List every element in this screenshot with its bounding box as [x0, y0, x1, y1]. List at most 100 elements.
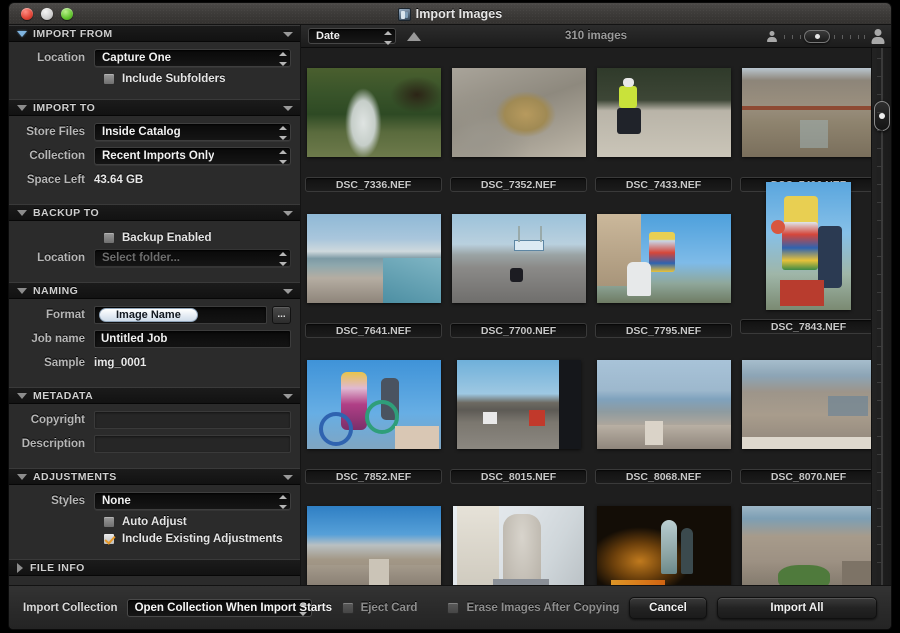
thumbnail-cell[interactable]: DSC_7496.NEF	[736, 54, 871, 200]
stepper-icon[interactable]	[278, 150, 287, 164]
thumbnail-image[interactable]	[741, 67, 871, 157]
disclosure-triangle-icon[interactable]	[17, 287, 27, 294]
thumbnail-cell[interactable]: DSC_7700.NEF	[446, 200, 591, 346]
thumbnail-image[interactable]	[306, 67, 441, 157]
collection-popup[interactable]: Recent Imports Only	[94, 147, 291, 165]
sort-direction-ascending-icon[interactable]	[407, 31, 421, 41]
format-token-image-name[interactable]: Image Name	[99, 308, 198, 322]
thumbnail-cell[interactable]: DSC_7433.NEF	[591, 54, 736, 200]
thumbnail-holder	[306, 202, 442, 314]
thumbnail-cell[interactable]	[736, 492, 871, 585]
thumbnail-image[interactable]	[306, 359, 441, 449]
import-all-button[interactable]: Import All	[717, 596, 877, 619]
section-header-metadata[interactable]: METADATA	[9, 387, 300, 404]
slider-thumb[interactable]	[804, 29, 830, 43]
thumbnail-cell[interactable]	[591, 492, 736, 585]
thumbnail-image[interactable]	[451, 213, 586, 303]
styles-popup[interactable]: None	[94, 492, 291, 510]
thumbnail-cell[interactable]: DSC_7795.NEF	[591, 200, 736, 346]
scrollbar-thumb[interactable]	[874, 101, 890, 131]
eject-card-row[interactable]: Eject Card	[341, 601, 417, 614]
chevron-down-icon[interactable]	[283, 394, 293, 399]
description-input[interactable]	[94, 435, 291, 453]
thumbnail-cell[interactable]: DSC_7852.NEF	[301, 346, 446, 492]
chevron-down-icon[interactable]	[283, 106, 293, 111]
thumbnail-cell[interactable]: DSC_8015.NEF	[446, 346, 591, 492]
thumbnail-size-slider[interactable]	[782, 29, 866, 43]
minimize-button[interactable]	[41, 8, 53, 20]
stepper-icon[interactable]	[278, 252, 287, 266]
sort-by-value: Date	[316, 30, 340, 42]
disclosure-triangle-icon[interactable]	[17, 30, 27, 37]
eject-card-checkbox[interactable]	[341, 601, 354, 614]
disclosure-triangle-icon[interactable]	[17, 209, 27, 216]
thumbnail-cell[interactable]: DSC_7641.NEF	[301, 200, 446, 346]
include-existing-adjustments-checkbox[interactable]	[103, 533, 115, 545]
backup-enabled-checkbox[interactable]	[103, 232, 115, 244]
erase-images-row[interactable]: Erase Images After Copying	[447, 601, 619, 614]
thumbnail-grid[interactable]: DSC_7336.NEF DSC_7352.NEF DSC_7433.NEF D…	[301, 48, 871, 585]
disclosure-triangle-icon[interactable]	[17, 392, 27, 399]
thumbnail-image[interactable]	[451, 67, 586, 157]
thumbnail-image[interactable]	[456, 359, 581, 449]
thumbnail-image[interactable]	[741, 359, 871, 449]
location-popup[interactable]: Capture One	[94, 49, 291, 67]
chevron-down-icon[interactable]	[283, 475, 293, 480]
scrollbar-tick	[877, 526, 883, 527]
thumbnail-image[interactable]	[596, 213, 731, 303]
person-large-icon[interactable]	[871, 28, 884, 44]
import-collection-popup[interactable]: Open Collection When Import Starts	[126, 598, 332, 617]
row-backup-enabled[interactable]: Backup Enabled	[103, 232, 291, 244]
thumbnail-cell[interactable]: DSC_8068.NEF	[591, 346, 736, 492]
zoom-button[interactable]	[61, 8, 73, 20]
sort-by-popup[interactable]: Date	[308, 28, 396, 45]
thumbnail-cell[interactable]: DSC_7352.NEF	[446, 54, 591, 200]
section-header-import-to[interactable]: IMPORT TO	[9, 99, 300, 116]
chevron-down-icon[interactable]	[283, 289, 293, 294]
copyright-input[interactable]	[94, 411, 291, 429]
cancel-button[interactable]: Cancel	[629, 596, 707, 619]
thumbnail-image[interactable]	[453, 505, 584, 585]
job-name-input[interactable]: Untitled Job	[94, 330, 291, 348]
close-button[interactable]	[21, 8, 33, 20]
row-include-subfolders[interactable]: Include Subfolders	[103, 73, 291, 85]
thumbnail-image[interactable]	[741, 505, 871, 585]
naming-format-field[interactable]: Image Name	[94, 306, 267, 324]
section-header-adjustments[interactable]: ADJUSTMENTS	[9, 468, 300, 485]
chevron-down-icon[interactable]	[283, 211, 293, 216]
thumbnail-cell[interactable]	[301, 492, 446, 585]
section-header-backup-to[interactable]: BACKUP TO	[9, 204, 300, 221]
chevron-down-icon[interactable]	[283, 32, 293, 37]
stepper-icon[interactable]	[299, 601, 308, 616]
naming-format-more-button[interactable]: ...	[272, 306, 291, 324]
person-small-icon[interactable]	[767, 30, 777, 42]
thumbnail-cell[interactable]: DSC_8070.NEF	[736, 346, 871, 492]
thumbnail-image[interactable]	[766, 182, 851, 310]
row-include-existing-adjustments[interactable]: Include Existing Adjustments	[103, 533, 291, 545]
stepper-icon[interactable]	[383, 31, 392, 45]
thumbnail-image[interactable]	[306, 213, 441, 303]
include-subfolders-checkbox[interactable]	[103, 73, 115, 85]
row-auto-adjust[interactable]: Auto Adjust	[103, 516, 291, 528]
auto-adjust-checkbox[interactable]	[103, 516, 115, 528]
section-header-file-info[interactable]: FILE INFO	[9, 559, 300, 576]
stepper-icon[interactable]	[278, 126, 287, 140]
erase-images-checkbox[interactable]	[447, 601, 460, 614]
thumbnail-cell[interactable]: DSC_7336.NEF	[301, 54, 446, 200]
grid-vertical-scrollbar[interactable]	[871, 48, 891, 585]
thumbnail-image[interactable]	[306, 505, 441, 585]
thumbnail-image[interactable]	[596, 67, 731, 157]
backup-location-popup[interactable]: Select folder...	[94, 249, 291, 267]
thumbnail-image[interactable]	[596, 505, 731, 585]
stepper-icon[interactable]	[278, 495, 287, 509]
thumbnail-cell[interactable]: DSC_7843.NEF	[736, 182, 871, 346]
section-header-import-from[interactable]: IMPORT FROM	[9, 25, 300, 42]
section-header-naming[interactable]: NAMING	[9, 282, 300, 299]
thumbnail-image[interactable]	[596, 359, 731, 449]
store-files-popup[interactable]: Inside Catalog	[94, 123, 291, 141]
thumbnail-cell[interactable]	[446, 492, 591, 585]
stepper-icon[interactable]	[278, 52, 287, 66]
disclosure-triangle-icon[interactable]	[17, 104, 27, 111]
disclosure-triangle-icon[interactable]	[17, 562, 23, 573]
disclosure-triangle-icon[interactable]	[17, 473, 27, 480]
